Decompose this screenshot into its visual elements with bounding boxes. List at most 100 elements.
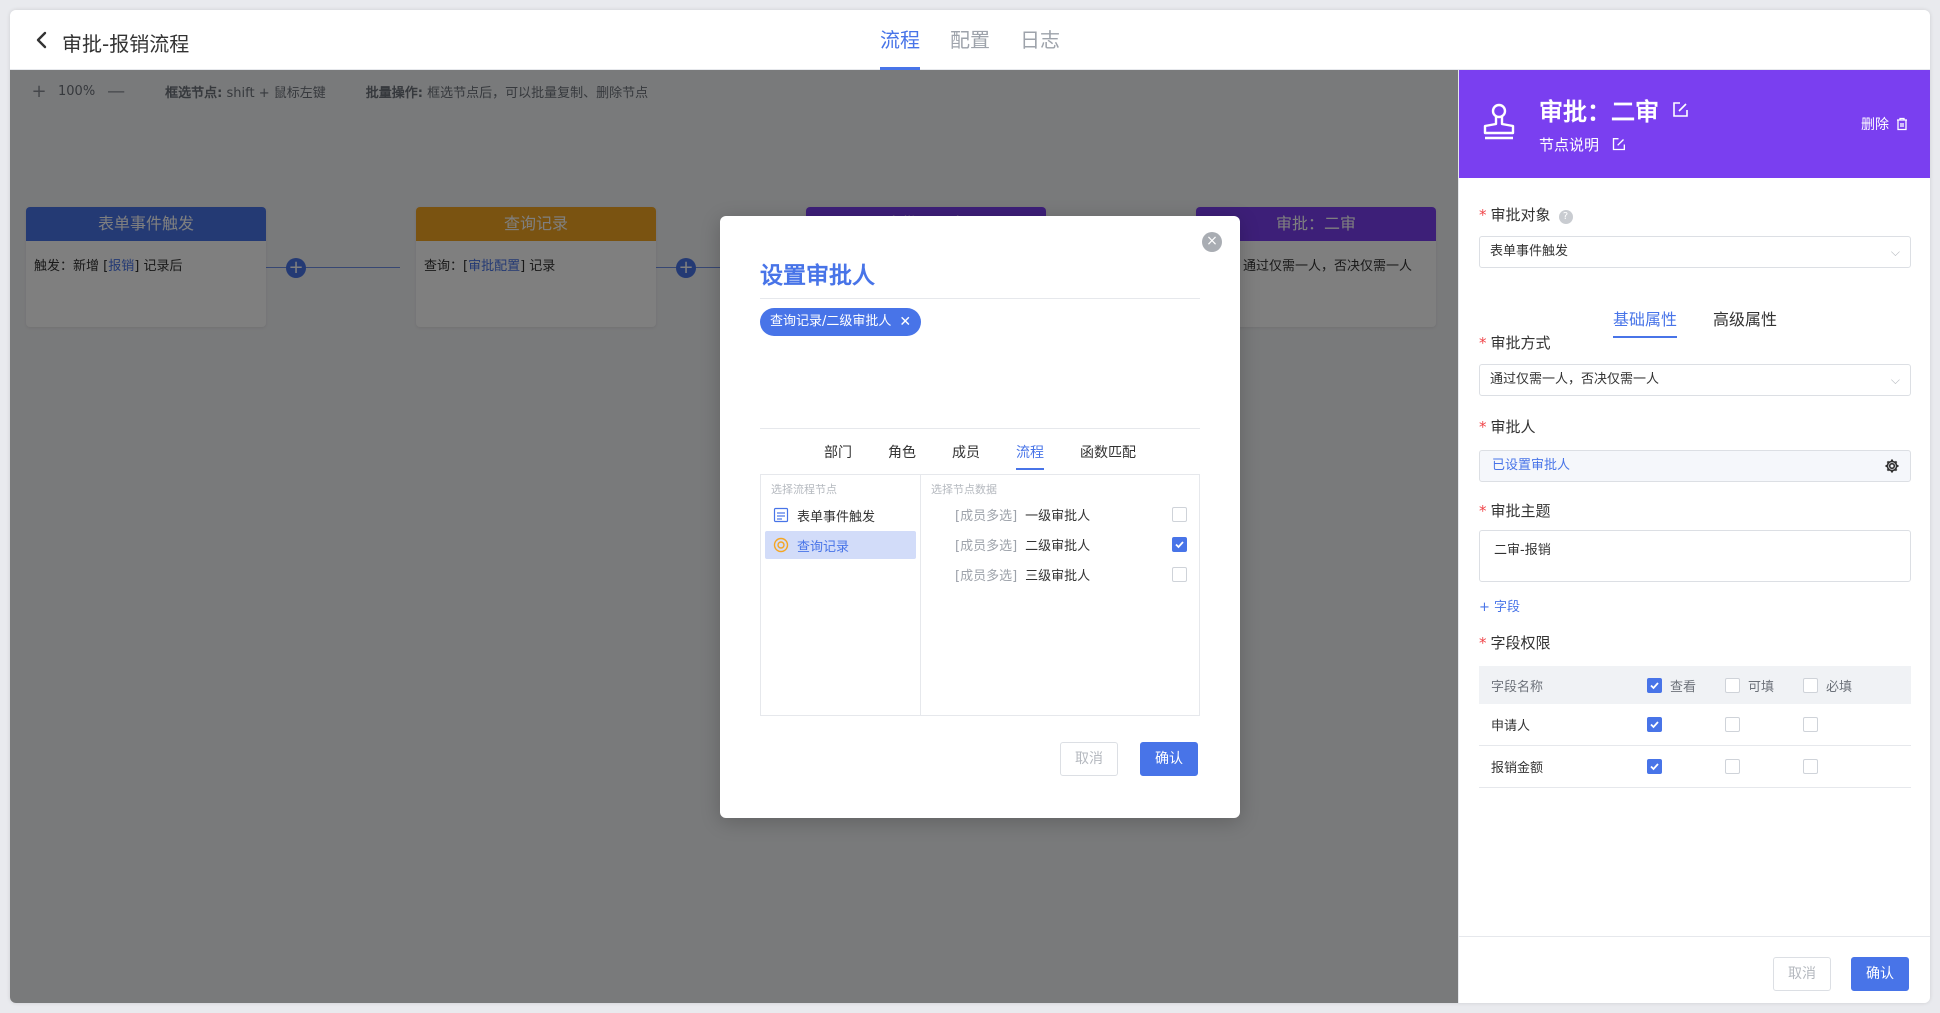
checkbox[interactable]	[1803, 717, 1818, 732]
checkbox[interactable]	[1803, 759, 1818, 774]
subject-input[interactable]: 二审-报销	[1479, 530, 1911, 582]
subject-label-text: 审批主题	[1490, 502, 1551, 520]
panel-footer: 取消 确认	[1459, 936, 1930, 1003]
tab-log[interactable]: 日志	[1020, 10, 1060, 70]
tab-role[interactable]: 角色	[888, 442, 916, 470]
app-window: 审批-报销流程 流程 配置 日志 + 100% — 框选节点: shift + …	[10, 10, 1930, 1003]
chevron-down-icon: ⌵	[1890, 373, 1900, 387]
table-row: 申请人	[1479, 704, 1911, 746]
checkbox[interactable]	[1725, 677, 1740, 693]
table-header: 字段名称 查看 可填 必填	[1479, 666, 1911, 704]
header-fill: 可填	[1725, 676, 1803, 695]
divider	[760, 428, 1200, 429]
target-value: 表单事件触发	[1490, 244, 1569, 259]
node-data-row[interactable]: [成员多选] 二级审批人	[921, 529, 1199, 559]
tab-config[interactable]: 配置	[950, 10, 990, 70]
check-icon	[1650, 721, 1659, 729]
edit-icon[interactable]	[1611, 137, 1626, 152]
stamp-icon	[1483, 103, 1515, 140]
node-item-trigger[interactable]: 表单事件触发	[765, 501, 916, 529]
node-item-label: 查询记录	[797, 539, 850, 555]
header-field-name: 字段名称	[1491, 679, 1544, 695]
panel-title: 审批：二审	[1539, 92, 1689, 127]
cancel-button[interactable]: 取消	[1060, 742, 1118, 776]
tab-advanced[interactable]: 高级属性	[1713, 306, 1777, 338]
field-type-tag: [成员多选]	[955, 538, 1018, 554]
dialog-title: 设置审批人	[760, 263, 875, 289]
selected-approver-chip: 查询记录/二级审批人 ✕	[760, 308, 922, 336]
checkbox[interactable]	[1172, 506, 1187, 522]
target-select[interactable]: 表单事件触发 ⌵	[1479, 236, 1911, 268]
tab-basic[interactable]: 基础属性	[1612, 306, 1678, 338]
panel-subtitle: 节点说明	[1539, 134, 1626, 155]
node-list: 选择流程节点 表单事件触发 查询记录	[761, 475, 921, 715]
chevron-left-icon	[36, 31, 47, 49]
permission-label: * 字段权限	[1479, 634, 1551, 652]
gear-icon[interactable]	[1884, 458, 1900, 474]
trash-icon	[1897, 117, 1907, 131]
edit-icon[interactable]	[1671, 101, 1689, 119]
checkbox[interactable]	[1172, 566, 1187, 582]
table-row: 报销金额	[1479, 746, 1911, 788]
panel-title-text: 审批：二审	[1539, 98, 1659, 126]
panel-header: 审批：二审 节点说明 删除	[1459, 70, 1930, 178]
chip-label: 查询记录/二级审批人	[770, 314, 892, 329]
approver-label-text: 审批人	[1490, 418, 1536, 436]
field-name: 报销金额	[1491, 761, 1544, 776]
cancel-button[interactable]: 取消	[1773, 957, 1831, 991]
subject-label: * 审批主题	[1479, 502, 1551, 520]
node-data-row[interactable]: [成员多选] 三级审批人	[921, 559, 1199, 589]
checkbox[interactable]	[1647, 717, 1662, 732]
method-select[interactable]: 通过仅需一人，否决仅需一人 ⌵	[1479, 364, 1911, 396]
set-approver-dialog: × 设置审批人 查询记录/二级审批人 ✕ 部门 角色 成员 流程 函数匹配 选择…	[720, 216, 1240, 818]
approver-source-tabs: 部门 角色 成员 流程 函数匹配	[760, 442, 1200, 470]
method-label: * 审批方式	[1479, 334, 1551, 352]
confirm-button[interactable]: 确认	[1140, 742, 1198, 776]
target-label-text: 审批对象	[1490, 206, 1551, 224]
checkbox[interactable]	[1647, 759, 1662, 774]
node-data-row[interactable]: [成员多选] 一级审批人	[921, 499, 1199, 529]
field-name: 三级审批人	[1025, 568, 1091, 584]
approver-label: * 审批人	[1479, 418, 1536, 436]
check-icon	[1650, 681, 1659, 689]
header-view: 查看	[1647, 676, 1725, 695]
checkbox[interactable]	[1803, 677, 1818, 693]
remove-chip-icon[interactable]: ✕	[899, 308, 911, 336]
node-data-list: 选择节点数据 [成员多选] 一级审批人 [成员多选] 二级审批人 [成员多选] …	[921, 475, 1199, 715]
delete-label: 删除	[1861, 117, 1889, 133]
tab-flow[interactable]: 流程	[880, 10, 920, 70]
delete-node-button[interactable]: 删除	[1861, 114, 1909, 134]
field-permission-table: 字段名称 查看 可填 必填 申请人 报销金额	[1479, 666, 1911, 788]
node-property-panel: 审批：二审 节点说明 删除 * 审批对象? 表单事件触发 ⌵ 基础属性 高级属性 *…	[1458, 70, 1930, 1003]
page-title: 审批-报销流程	[62, 32, 190, 56]
checkbox[interactable]	[1172, 536, 1187, 552]
approver-field[interactable]: 已设置审批人	[1479, 450, 1911, 482]
back-button[interactable]	[28, 26, 56, 54]
close-icon[interactable]: ×	[1202, 232, 1222, 252]
node-item-query[interactable]: 查询记录	[765, 531, 916, 559]
checkbox[interactable]	[1725, 717, 1740, 732]
query-icon	[773, 537, 789, 553]
target-label: * 审批对象?	[1479, 204, 1573, 225]
header-required-label: 必填	[1826, 679, 1853, 695]
help-icon[interactable]: ?	[1558, 210, 1573, 224]
tab-process[interactable]: 流程	[1016, 442, 1044, 470]
tab-member[interactable]: 成员	[952, 442, 980, 470]
check-icon	[1175, 540, 1184, 548]
checkbox[interactable]	[1647, 677, 1662, 693]
form-icon	[773, 507, 789, 523]
field-type-tag: [成员多选]	[955, 568, 1018, 584]
top-bar: 审批-报销流程 流程 配置 日志	[10, 10, 1930, 70]
header-required: 必填	[1803, 676, 1903, 695]
tab-department[interactable]: 部门	[824, 442, 852, 470]
divider	[760, 298, 1200, 299]
method-label-text: 审批方式	[1490, 334, 1551, 352]
node-list-caption: 选择流程节点	[771, 483, 837, 496]
confirm-button[interactable]: 确认	[1851, 957, 1909, 991]
tab-function[interactable]: 函数匹配	[1080, 442, 1136, 470]
checkbox[interactable]	[1725, 759, 1740, 774]
node-data-caption: 选择节点数据	[931, 483, 997, 496]
add-field-button[interactable]: + 字段	[1479, 596, 1520, 615]
node-picker: 选择流程节点 表单事件触发 查询记录 选择节点数据 [成员多选] 一级审批人 […	[760, 474, 1200, 716]
chevron-down-icon: ⌵	[1890, 245, 1900, 259]
